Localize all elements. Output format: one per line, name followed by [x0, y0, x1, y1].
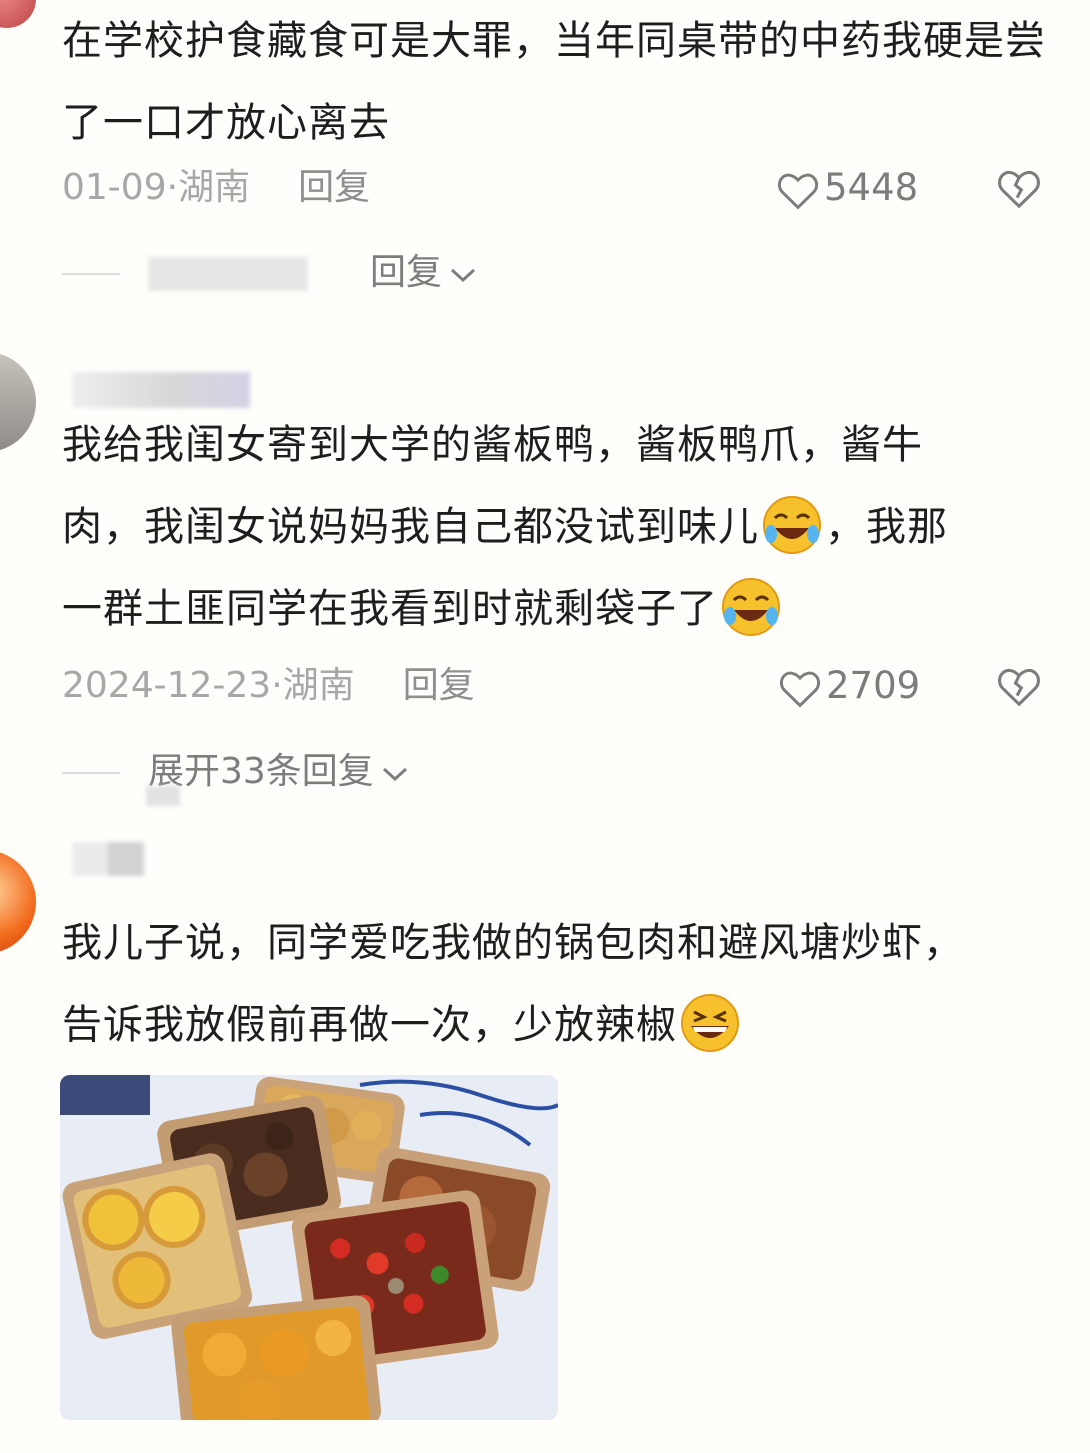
reply-button[interactable]: 回复 — [298, 164, 370, 212]
comment-text: 我儿子说，同学爱吃我做的锅包肉和避风塘炒虾， 告诉我放假前再做一次，少放辣椒 — [62, 902, 1050, 1066]
avatar[interactable] — [0, 850, 36, 954]
like-button[interactable]: 2709 — [778, 662, 920, 710]
comment-location: 湖南 — [282, 665, 355, 706]
blurred-text — [148, 257, 308, 291]
broken-heart-icon — [998, 170, 1040, 209]
food-containers-photo[interactable] — [60, 1075, 558, 1420]
comment-date: 01-09 — [62, 167, 167, 208]
like-count: 5448 — [824, 166, 919, 209]
divider — [62, 273, 120, 275]
comment-meta: 01-09 · 湖南 回复 — [62, 164, 370, 212]
food-photo-illustration — [60, 1075, 558, 1420]
heart-icon — [777, 173, 819, 209]
chevron-down-icon — [448, 250, 478, 298]
reply-button[interactable]: 回复 — [403, 662, 475, 710]
comment-meta: 2024-12-23 · 湖南 回复 — [62, 662, 475, 710]
avatar[interactable] — [0, 0, 36, 28]
chevron-down-icon — [380, 749, 410, 797]
blurred-username — [72, 842, 144, 876]
comment-date: 2024-12-23 — [62, 665, 272, 706]
heart-icon — [779, 671, 821, 707]
blurred-username — [72, 372, 250, 408]
grinning-squinting-emoji — [679, 992, 741, 1054]
rolling-on-floor-laughing-emoji — [761, 494, 823, 556]
expand-replies[interactable]: 展开33条回复 — [62, 748, 410, 796]
rolling-on-floor-laughing-emoji — [720, 576, 782, 638]
comment-text: 我给我闺女寄到大学的酱板鸭，酱板鸭爪，酱牛 肉，我闺女说妈妈我自己都没试到味儿，… — [62, 404, 1050, 650]
avatar[interactable] — [0, 352, 36, 452]
blurred-spot — [146, 786, 180, 806]
comment-text: 在学校护食藏食可是大罪，当年同桌带的中药我硬是尝了一口才放心离去 — [62, 18, 1046, 146]
like-count: 2709 — [826, 664, 921, 707]
dislike-button[interactable] — [996, 664, 1042, 712]
comment-location: 湖南 — [178, 167, 251, 208]
broken-heart-icon — [998, 668, 1040, 707]
dislike-button[interactable] — [996, 166, 1042, 214]
expand-replies[interactable]: 回复 — [62, 249, 478, 297]
like-button[interactable]: 5448 — [776, 164, 918, 212]
divider — [62, 772, 120, 774]
